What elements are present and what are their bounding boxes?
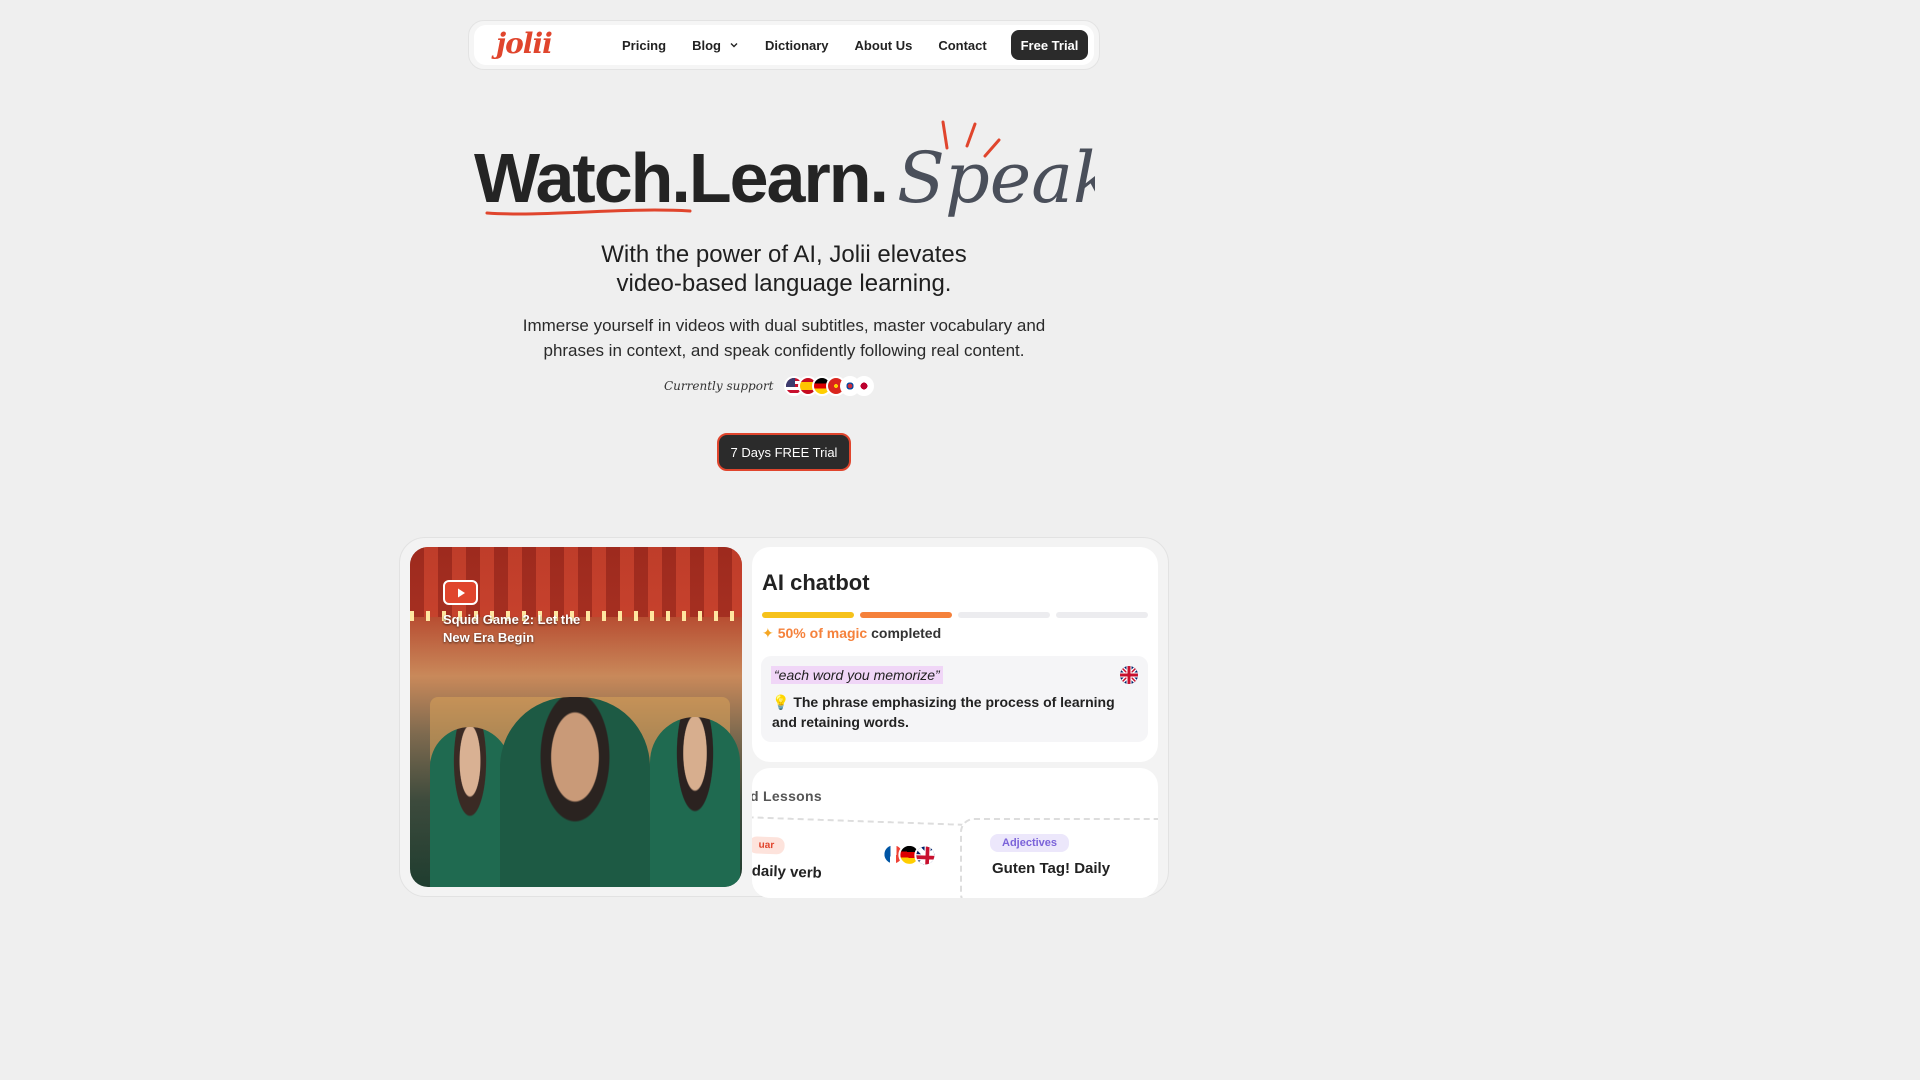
lesson-card[interactable]: uar daily verb — [752, 815, 980, 898]
nav-links: Pricing Blog Dictionary About Us Contact — [622, 25, 1013, 65]
progress-suffix: completed — [871, 625, 942, 641]
progress-magic: 50% of magic — [777, 625, 868, 641]
lessons-card: d Lessons uar daily verb Adjectives Gute… — [752, 768, 1158, 898]
language-support-row: Currently support — [664, 374, 874, 398]
lesson-tag: Adjectives — [990, 834, 1070, 852]
seven-day-trial-button[interactable]: 7 Days FREE Trial — [717, 433, 851, 471]
lesson-text: daily verb — [752, 862, 823, 882]
chatbot-progress-bar — [762, 612, 1154, 618]
lesson-card[interactable]: Adjectives Guten Tag! Daily — [960, 818, 1158, 898]
top-navbar: jolii Pricing Blog Dictionary About Us C… — [474, 25, 1094, 65]
headline-learn: Learn. — [688, 139, 889, 217]
nav-link-blog-label: Blog — [692, 37, 721, 53]
hero-subtitle: With the power of AI, Jolii elevates vid… — [484, 240, 1084, 298]
hero-description-line1: Immerse yourself in videos with dual sub… — [522, 316, 1046, 335]
lightbulb-icon: 💡 — [772, 694, 790, 710]
nav-link-contact[interactable]: Contact — [938, 38, 986, 53]
lesson-text: Guten Tag! Daily — [992, 860, 1111, 877]
chatbot-title: AI chatbot — [762, 570, 870, 595]
hero-subtitle-line1: With the power of AI, Jolii elevates — [601, 241, 967, 268]
sparkle-icon: ✦ — [762, 625, 774, 641]
nav-link-blog[interactable]: Blog — [692, 38, 739, 53]
japan-flag-icon — [853, 376, 874, 396]
lesson-flags — [882, 842, 937, 867]
video-card[interactable]: Squid Game 2: Let the New Era Begin — [410, 547, 742, 887]
jolii-logo[interactable]: jolii — [496, 27, 553, 60]
youtube-play-icon[interactable] — [443, 580, 478, 605]
lessons-title: d Lessons — [752, 788, 822, 804]
free-trial-button[interactable]: Free Trial — [1011, 30, 1088, 60]
progress-segment — [762, 612, 854, 618]
speak-text: Speak — [897, 137, 1095, 219]
hero-description: Immerse yourself in videos with dual sub… — [484, 313, 1084, 363]
speak-script-word: Speak — [897, 120, 1095, 219]
watch-underline-decoration — [485, 208, 692, 216]
progress-label: ✦ 50% of magic completed — [762, 625, 941, 642]
uk-flag-icon — [1120, 666, 1138, 684]
lesson-tag: uar — [752, 836, 785, 855]
phrase-explanation-box: “each word you memorize” 💡 The phrase em… — [761, 656, 1148, 742]
video-thumbnail-person — [500, 697, 650, 887]
uk-flag-icon — [913, 844, 937, 867]
nav-link-about-us[interactable]: About Us — [855, 38, 913, 53]
phrase-explanation: 💡 The phrase emphasizing the process of … — [772, 692, 1122, 732]
nav-link-pricing[interactable]: Pricing — [622, 38, 666, 53]
nav-link-dictionary[interactable]: Dictionary — [765, 38, 829, 53]
progress-segment — [1056, 612, 1148, 618]
hero-subtitle-line2: video-based language learning. — [616, 270, 952, 297]
highlighted-phrase: “each word you memorize” — [771, 666, 943, 684]
progress-segment — [860, 612, 952, 618]
video-title: Squid Game 2: Let the New Era Begin — [443, 612, 581, 645]
hero-description-line2: phrases in context, and speak confidentl… — [543, 341, 1025, 360]
video-thumbnail-person — [430, 727, 510, 887]
progress-segment — [958, 612, 1050, 618]
support-label: Currently support — [664, 379, 774, 393]
phrase-explanation-text: The phrase emphasizing the process of le… — [772, 694, 1115, 730]
chevron-down-icon — [730, 43, 738, 48]
video-thumbnail-person — [650, 717, 740, 887]
